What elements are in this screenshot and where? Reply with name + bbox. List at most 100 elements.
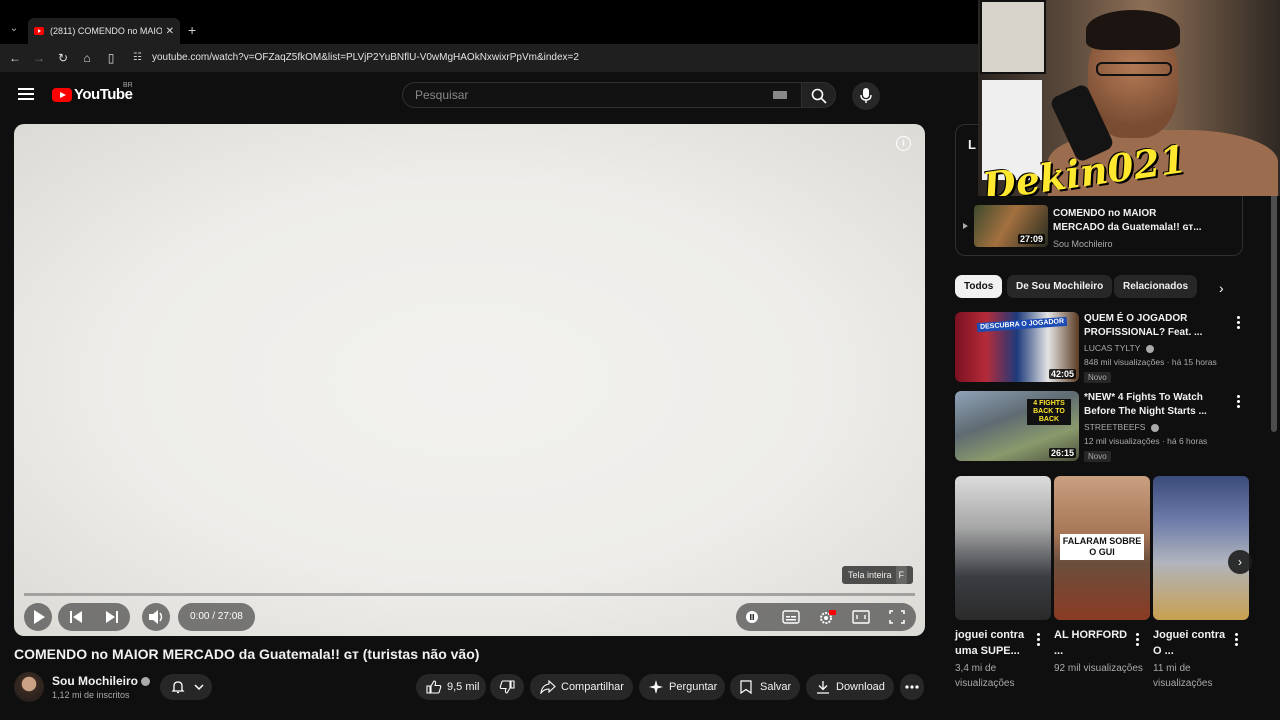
new-tab-plus-icon[interactable]: +	[188, 22, 196, 38]
video-title[interactable]: *NEW* 4 Fights To Watch Before The Night…	[1084, 391, 1224, 419]
previous-icon[interactable]	[58, 603, 94, 631]
thumbnail-text: DESCUBRA O JOGADOR	[976, 316, 1068, 333]
playlist-item-title[interactable]: COMENDO no MAIOR MERCADO da Guatemala!! …	[1053, 207, 1203, 235]
more-actions-button[interactable]	[900, 674, 924, 700]
channel-name-text[interactable]: STREETBEEFS	[1084, 422, 1145, 432]
browser-tab[interactable]: (2811) COMENDO no MAIOR M ✕	[28, 18, 180, 44]
short-views: 11 mi de visualizações	[1153, 663, 1213, 689]
tab-close-icon[interactable]: ✕	[166, 26, 174, 37]
video-player[interactable]: i Tela inteira F 0:00 / 27:08	[14, 124, 925, 636]
search-box[interactable]	[402, 82, 802, 108]
wall-poster	[980, 0, 1046, 74]
autoplay-toggle-icon[interactable]	[744, 609, 762, 625]
back-arrow-icon[interactable]: ←	[8, 51, 22, 65]
thumbnail-text: FALARAM SOBRE O GUI	[1060, 534, 1144, 560]
channel-name[interactable]: STREETBEEFS	[1084, 422, 1159, 432]
sparkle-icon	[649, 680, 663, 694]
region-code: BR	[123, 82, 133, 89]
download-icon	[817, 681, 829, 694]
tab-search-chevron-icon[interactable]: ⌄	[6, 21, 22, 37]
duration-badge: 27:09	[1017, 234, 1045, 244]
channel-name-text[interactable]: Sou Mochileiro	[52, 674, 138, 688]
playlist-heading[interactable]: L	[968, 137, 976, 152]
theater-mode-icon[interactable]	[852, 609, 870, 625]
more-vertical-icon[interactable]	[1237, 395, 1240, 408]
video-title: COMENDO no MAIOR MERCADO da Guatemala!! …	[14, 646, 480, 662]
volume-icon	[149, 610, 163, 624]
keyboard-icon[interactable]	[773, 91, 787, 99]
more-vertical-icon[interactable]	[1037, 633, 1040, 646]
tab-title: (2811) COMENDO no MAIOR M	[50, 26, 162, 36]
menu-hamburger-icon[interactable]	[18, 88, 34, 100]
subscribed-bell-button[interactable]	[160, 674, 212, 700]
chip-de-sou-mochileiro[interactable]: De Sou Mochileiro	[1007, 275, 1113, 298]
chevron-right-icon[interactable]: ›	[1219, 280, 1224, 296]
short-thumbnail[interactable]	[1153, 476, 1249, 620]
duration-badge: 42:05	[1048, 369, 1076, 379]
side-panel-icon[interactable]: ▯	[104, 51, 118, 65]
shorts-shelf: joguei contra uma SUPE... 3,4 mi de visu…	[955, 476, 1249, 696]
thumbs-up-icon	[426, 680, 442, 694]
share-button[interactable]: Compartilhar	[530, 674, 633, 700]
download-button[interactable]: Download	[806, 674, 894, 700]
tooltip-shortcut-key: F	[895, 566, 908, 584]
save-button[interactable]: Salvar	[730, 674, 800, 700]
fullscreen-icon[interactable]	[888, 609, 906, 625]
subtitles-icon[interactable]	[782, 609, 800, 625]
volume-button[interactable]	[142, 603, 170, 631]
short-item[interactable]: FALARAM SOBRE O GUI AL HORFORD ... 92 mi…	[1054, 476, 1150, 674]
time-display: 0:00 / 27:08	[178, 603, 255, 631]
reload-icon[interactable]: ↻	[56, 51, 70, 65]
share-label: Compartilhar	[561, 681, 624, 693]
verified-check-icon	[1145, 344, 1154, 353]
forward-arrow-icon[interactable]: →	[32, 51, 46, 65]
channel-name-text[interactable]: LUCAS TYLTY	[1084, 343, 1140, 353]
playlist-item-thumbnail[interactable]: 27:09	[974, 205, 1048, 247]
more-vertical-icon[interactable]	[1136, 633, 1139, 646]
dislike-button[interactable]	[490, 674, 524, 700]
search-button[interactable]	[802, 82, 836, 108]
view-meta: 848 mil visualizações · há 15 horas	[1084, 357, 1217, 367]
youtube-logo[interactable]: YouTube	[52, 86, 133, 103]
info-icon[interactable]: i	[896, 136, 911, 151]
microphone-icon	[860, 88, 872, 103]
site-info-icon[interactable]: ☷	[133, 52, 145, 64]
recommendation-item[interactable]: DESCUBRA O JOGADOR 42:05 QUEM É O JOGADO…	[955, 312, 1245, 383]
video-thumbnail[interactable]: 4 FIGHTS BACK TO BACK 26:15	[955, 391, 1079, 461]
channel-name[interactable]: Sou Mochileiro	[52, 674, 151, 688]
sidebar-scrollbar[interactable]	[1271, 180, 1277, 432]
short-item[interactable]: joguei contra uma SUPE... 3,4 mi de visu…	[955, 476, 1051, 689]
more-vertical-icon[interactable]	[1237, 316, 1240, 329]
like-button[interactable]: 9,5 mil	[416, 674, 486, 700]
youtube-favicon-icon	[34, 27, 44, 35]
ask-button[interactable]: Perguntar	[639, 674, 725, 700]
channel-name[interactable]: LUCAS TYLTY	[1084, 343, 1154, 353]
settings-gear-icon[interactable]	[818, 609, 836, 625]
short-title[interactable]: joguei contra uma SUPE...	[955, 627, 1033, 659]
channel-avatar[interactable]	[14, 672, 44, 702]
play-button[interactable]	[24, 603, 52, 631]
progress-bar[interactable]	[24, 593, 915, 596]
download-label: Download	[836, 681, 885, 693]
chip-relacionados[interactable]: Relacionados	[1114, 275, 1198, 298]
short-thumbnail[interactable]	[955, 476, 1051, 620]
short-title[interactable]: AL HORFORD ...	[1054, 627, 1132, 659]
verified-check-icon	[141, 677, 151, 687]
shorts-next-arrow-icon[interactable]: ›	[1228, 550, 1252, 574]
duration-badge: 26:15	[1048, 448, 1076, 458]
home-icon[interactable]: ⌂	[80, 51, 94, 65]
voice-search-button[interactable]	[852, 82, 880, 110]
short-title[interactable]: Joguei contra O ...	[1153, 627, 1231, 659]
more-vertical-icon[interactable]	[1235, 633, 1238, 646]
search-input[interactable]	[415, 88, 755, 102]
channel-row: Sou Mochileiro 1,12 mi de inscritos 9,5 …	[14, 672, 925, 702]
fullscreen-tooltip: Tela inteira F	[842, 566, 914, 584]
video-title[interactable]: QUEM É O JOGADOR PROFISSIONAL? Feat. ...	[1084, 312, 1224, 340]
url-text[interactable]: youtube.com/watch?v=OFZaqZ5fkOM&list=PLV…	[152, 52, 579, 63]
short-item[interactable]: Joguei contra O ... 11 mi de visualizaçõ…	[1153, 476, 1249, 689]
recommendation-item[interactable]: 4 FIGHTS BACK TO BACK 26:15 *NEW* 4 Figh…	[955, 391, 1245, 462]
short-thumbnail[interactable]: FALARAM SOBRE O GUI	[1054, 476, 1150, 620]
next-icon[interactable]	[94, 603, 130, 631]
video-thumbnail[interactable]: DESCUBRA O JOGADOR 42:05	[955, 312, 1079, 382]
chip-todos[interactable]: Todos	[955, 275, 1003, 298]
